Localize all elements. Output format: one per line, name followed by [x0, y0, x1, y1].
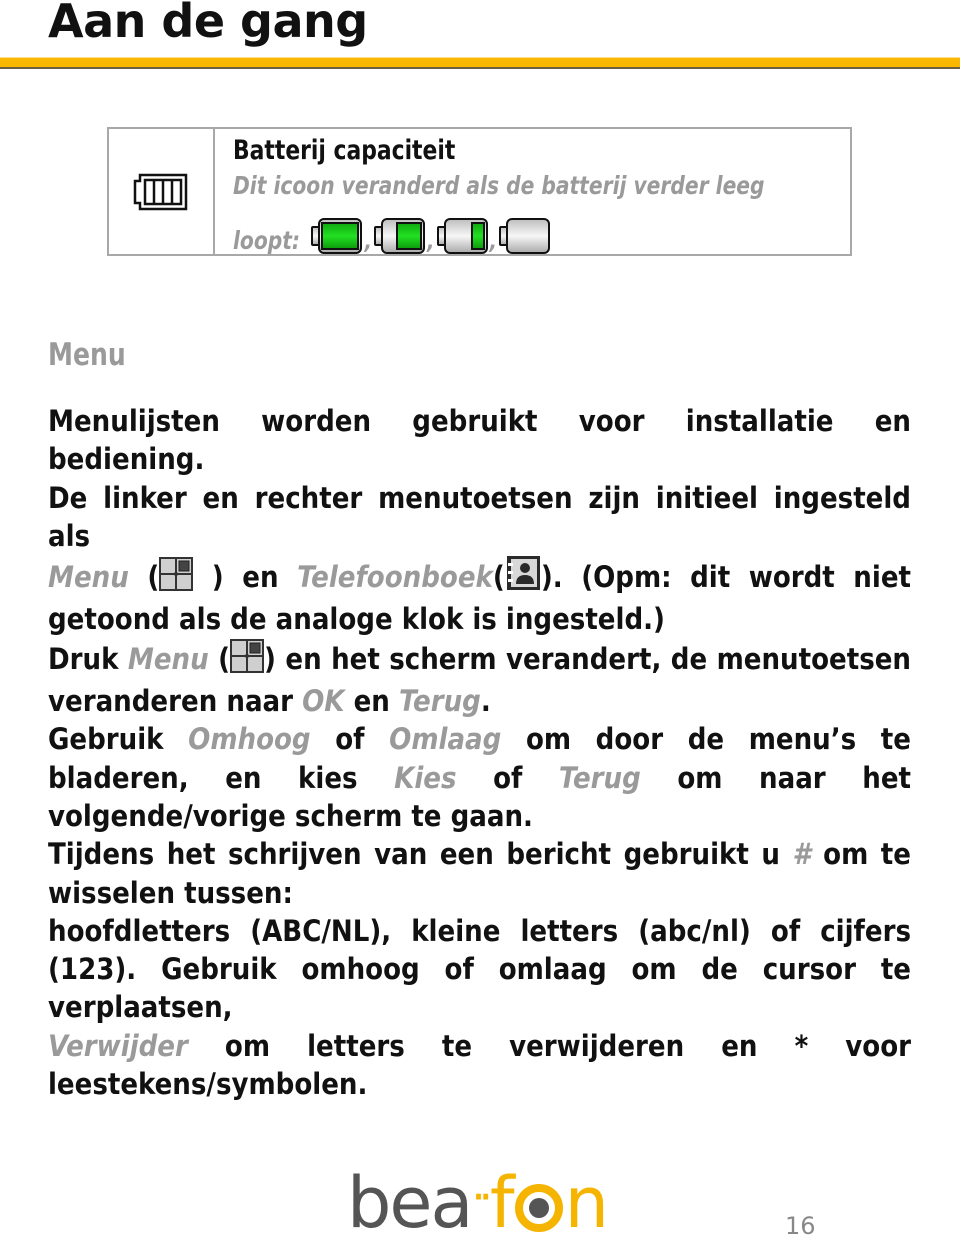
- text: of: [310, 722, 390, 757]
- battery-full-icon: [311, 218, 363, 254]
- paragraph-4-line-3: volgende/vorige scherm te gaan.: [48, 797, 911, 835]
- text: Menulijsten worden gebruikt voor install…: [48, 404, 911, 477]
- text: en: [344, 684, 399, 719]
- text: .: [480, 684, 491, 719]
- battery-icon-cell: [109, 129, 215, 254]
- text: om naar het: [640, 760, 911, 795]
- paragraph-7-line-1: Verwijder om letters te verwijderen en *…: [48, 1027, 911, 1065]
- separator-comma: ,: [364, 230, 372, 255]
- logo-text-bea: bea: [347, 1162, 473, 1244]
- logo-dots: ··: [473, 1179, 490, 1215]
- text: hoofdletters (ABC/NL), kleine letters (a…: [48, 913, 911, 948]
- paragraph-5-line-1: Tijdens het schrijven van een bericht ge…: [48, 835, 911, 873]
- key-down: Omlaag: [389, 722, 502, 757]
- softkey-menu: Menu: [127, 641, 209, 676]
- text: verplaatsen,: [48, 990, 233, 1025]
- separator-comma: ,: [427, 230, 435, 255]
- menu-grid-icon: [230, 638, 265, 682]
- battery-two-thirds-icon: [374, 218, 425, 254]
- paragraph-4-line-2: bladeren, en kies Kies of Terug om naar …: [48, 759, 911, 797]
- battery-info-table: Batterij capaciteit Dit icoon veranderd …: [107, 127, 852, 256]
- text: Gebruik: [48, 722, 189, 757]
- paragraph-6-line-1: hoofdletters (ABC/NL), kleine letters (a…: [48, 912, 911, 950]
- softkey-ok: OK: [302, 684, 345, 719]
- text: (: [492, 560, 505, 595]
- text: volgende/vorige scherm te gaan.: [48, 798, 533, 833]
- paragraph-3-line-1: Druk Menu ( ) en het scherm verandert, de…: [48, 638, 912, 682]
- separator-comma: ,: [489, 230, 498, 255]
- text: (123). Gebruik omhoog of omlaag om de cu…: [48, 952, 911, 987]
- softkey-delete: Verwijder: [48, 1028, 188, 1063]
- phonebook-contact-icon: [505, 555, 541, 600]
- logo-letter-f: f: [489, 1162, 515, 1244]
- battery-description: Dit icoon veranderd als de batterij verd…: [233, 171, 765, 200]
- key-hash: #: [792, 837, 811, 872]
- logo-o-ring-icon: [514, 1184, 563, 1232]
- text: Tijdens het schrijven van een bericht ge…: [48, 837, 793, 872]
- text: ) en het scherm verandert, de menutoetse…: [264, 641, 912, 676]
- text: Druk: [48, 641, 128, 676]
- battery-levels: ,,,: [311, 217, 551, 255]
- text: (: [128, 560, 160, 595]
- battery-levels-label: loopt:: [233, 226, 301, 255]
- softkey-back: Terug: [398, 684, 481, 719]
- beafon-logo: bea ·· fn: [347, 1162, 609, 1244]
- text: bladeren, en kies: [48, 760, 395, 795]
- page-number: 16: [785, 1212, 816, 1240]
- text: De linker en rechter menutoetsen zijn in…: [48, 480, 911, 553]
- menu-body-text: Menulijsten worden gebruikt voor install…: [48, 402, 911, 1103]
- paragraph-6-line-2: (123). Gebruik omhoog of omlaag om de cu…: [48, 950, 911, 988]
- text: ). (Opm: dit wordt niet: [540, 560, 911, 595]
- battery-empty-icon: [499, 218, 551, 254]
- paragraph-2-line-2: Menu ( ) en Telefoonboek(). (Opm: dit wo…: [48, 555, 911, 600]
- text: veranderen naar: [48, 684, 303, 719]
- paragraph-1: Menulijsten worden gebruikt voor install…: [48, 402, 911, 479]
- softkey-back: Terug: [558, 760, 641, 795]
- logo-letter-n: n: [564, 1162, 609, 1244]
- header-rule: [0, 57, 960, 69]
- text: om te: [810, 837, 911, 872]
- paragraph-6-line-3: verplaatsen,: [48, 988, 911, 1026]
- battery-full-outline-icon: [133, 173, 188, 210]
- menu-grid-icon: [159, 557, 194, 600]
- text: om door de menu’s te: [501, 722, 911, 757]
- paragraph-7-line-2: leestekens/symbolen.: [48, 1065, 911, 1103]
- text: wisselen tussen:: [48, 875, 293, 910]
- text: leestekens/symbolen.: [48, 1067, 368, 1102]
- paragraph-5-line-2: wisselen tussen:: [48, 874, 911, 912]
- text: getoond als de analoge klok is ingesteld…: [48, 602, 665, 637]
- softkey-select: Kies: [394, 760, 457, 795]
- paragraph-2-line-3: getoond als de analoge klok is ingesteld…: [48, 600, 911, 638]
- text: (: [208, 641, 231, 676]
- text: of: [456, 760, 559, 795]
- battery-levels-row: loopt: ,,,: [233, 205, 850, 255]
- paragraph-2-line-1: De linker en rechter menutoetsen zijn in…: [48, 479, 911, 556]
- battery-text-cell: Batterij capaciteit Dit icoon veranderd …: [215, 129, 850, 255]
- paragraph-4-line-1: Gebruik Omhoog of Omlaag om door de menu…: [48, 720, 911, 758]
- section-heading-menu: Menu: [48, 337, 126, 373]
- text: ) en: [193, 560, 298, 595]
- logo-text-fon: fn: [489, 1162, 609, 1244]
- page-title: Aan de gang: [48, 0, 368, 48]
- battery-one-third-icon: [436, 218, 488, 254]
- battery-title: Batterij capaciteit: [233, 135, 456, 166]
- text: om letters te verwijderen en * voor: [187, 1028, 911, 1063]
- softkey-phonebook: Telefoonboek: [297, 560, 493, 595]
- paragraph-3-line-2: veranderen naar OK en Terug.: [48, 682, 911, 720]
- key-up: Omhoog: [188, 722, 311, 757]
- softkey-menu: Menu: [48, 560, 129, 595]
